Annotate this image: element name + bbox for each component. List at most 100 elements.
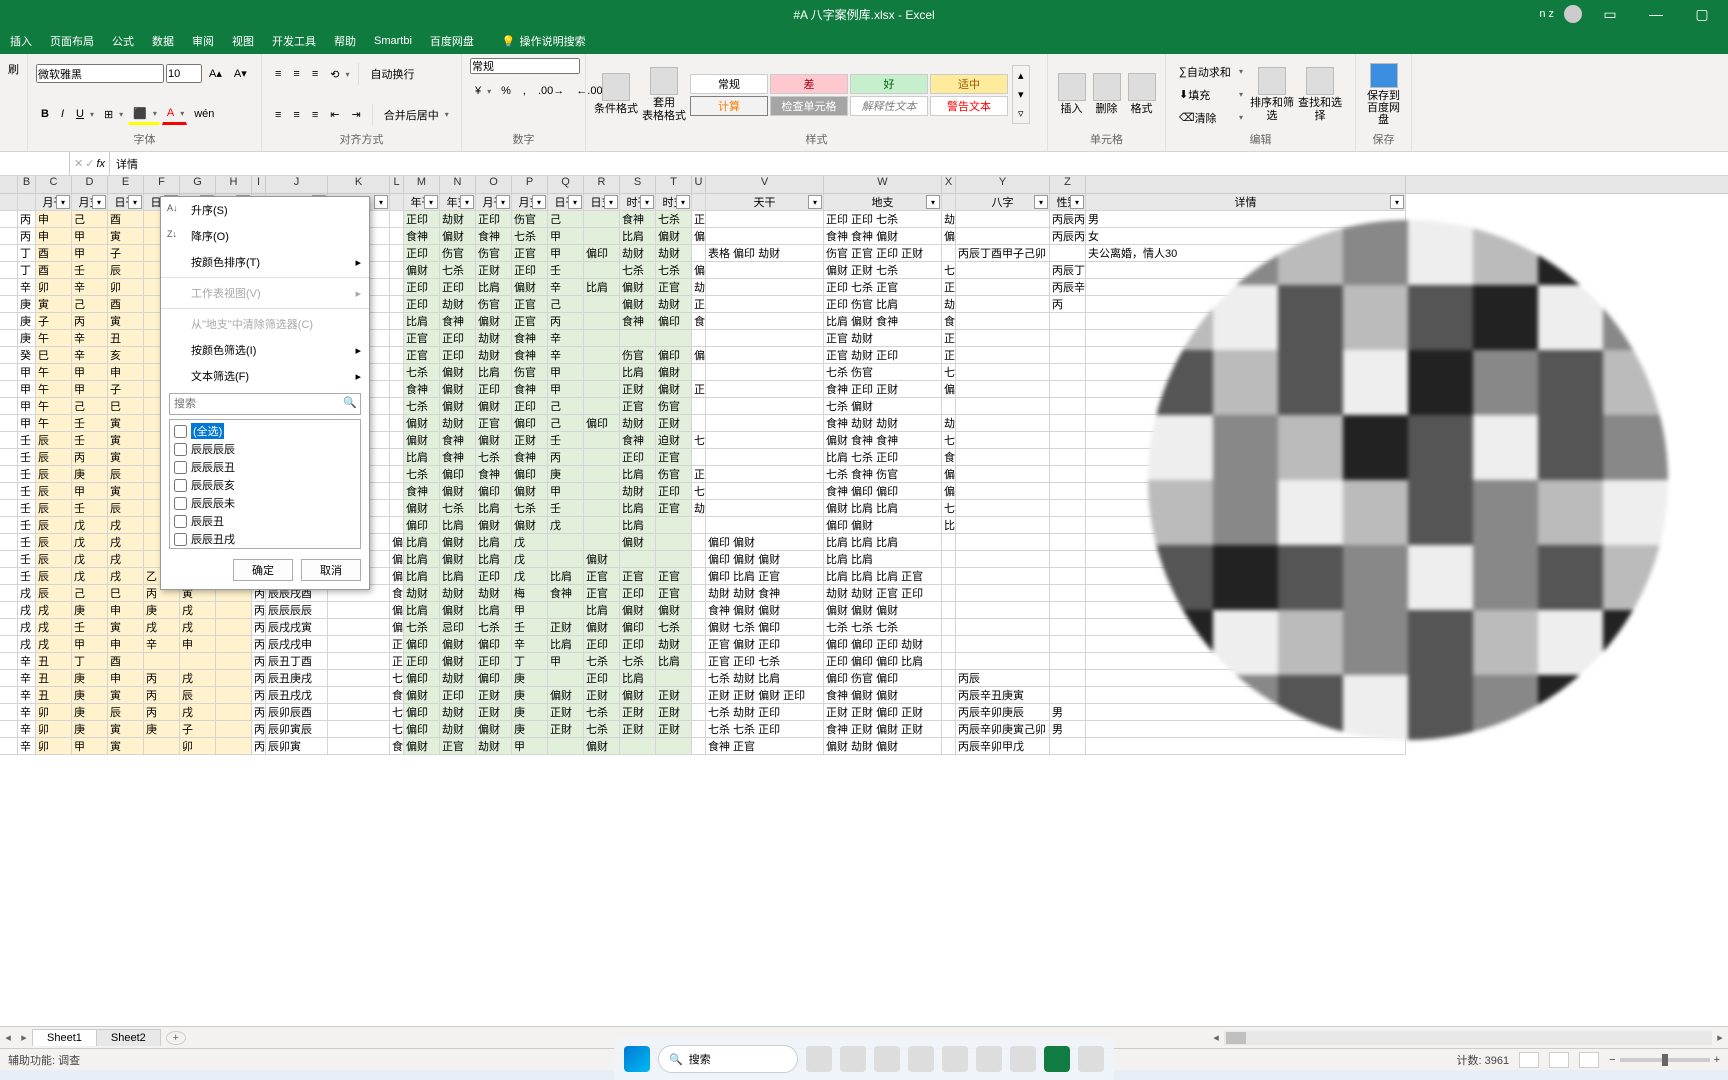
header-cell[interactable]: 详情▾ bbox=[1086, 194, 1406, 211]
data-cell[interactable]: 正印 伤官 比肩 bbox=[824, 296, 942, 313]
data-cell[interactable]: 正官 bbox=[620, 568, 656, 585]
data-cell[interactable]: 劫财 bbox=[440, 211, 476, 228]
data-cell[interactable]: 偏财 bbox=[440, 398, 476, 415]
filter-button[interactable]: ▾ bbox=[1034, 195, 1048, 209]
data-cell[interactable]: 劫财 bbox=[440, 415, 476, 432]
data-cell[interactable]: 甲 bbox=[512, 602, 548, 619]
data-cell[interactable]: 戊 bbox=[72, 551, 108, 568]
data-cell[interactable]: 庚 bbox=[144, 721, 180, 738]
data-cell[interactable] bbox=[656, 551, 692, 568]
data-cell[interactable] bbox=[584, 534, 620, 551]
data-cell[interactable]: 正印 正印 七杀 bbox=[824, 211, 942, 228]
data-cell[interactable]: 丙辛庚壬 bbox=[252, 704, 266, 721]
data-cell[interactable] bbox=[216, 653, 252, 670]
data-cell[interactable]: 甲 bbox=[72, 636, 108, 653]
data-cell[interactable]: 甲 bbox=[72, 245, 108, 262]
data-cell[interactable] bbox=[1050, 432, 1086, 449]
data-cell[interactable]: 食神 bbox=[692, 313, 706, 330]
data-cell[interactable]: 丙 bbox=[18, 228, 36, 245]
data-cell[interactable]: 偏财 bbox=[440, 534, 476, 551]
data-cell[interactable]: 正财 bbox=[692, 296, 706, 313]
data-cell[interactable]: 寅 bbox=[108, 687, 144, 704]
header-cell[interactable] bbox=[18, 194, 36, 211]
data-cell[interactable]: 壬 bbox=[18, 466, 36, 483]
column-header[interactable]: R bbox=[584, 176, 620, 193]
taskbar-app-icon[interactable] bbox=[1078, 1046, 1104, 1072]
data-cell[interactable]: 正官 bbox=[584, 568, 620, 585]
data-cell[interactable] bbox=[390, 330, 404, 347]
data-cell[interactable] bbox=[328, 636, 390, 653]
data-cell[interactable]: 比肩 bbox=[404, 449, 440, 466]
italic-button[interactable]: I bbox=[56, 104, 69, 125]
header-cell[interactable]: 八字▾ bbox=[956, 194, 1050, 211]
data-cell[interactable]: 壬 bbox=[18, 568, 36, 585]
data-cell[interactable] bbox=[0, 687, 18, 704]
taskbar-app-icon[interactable] bbox=[942, 1046, 968, 1072]
data-cell[interactable]: 比肩 bbox=[476, 279, 512, 296]
data-cell[interactable] bbox=[706, 330, 824, 347]
data-cell[interactable]: 辛 bbox=[512, 636, 548, 653]
data-cell[interactable]: 偏财 bbox=[404, 500, 440, 517]
data-cell[interactable]: 申 bbox=[36, 228, 72, 245]
data-cell[interactable]: 比肩 bbox=[404, 534, 440, 551]
data-cell[interactable] bbox=[548, 670, 584, 687]
data-cell[interactable]: 食神 bbox=[390, 687, 404, 704]
data-cell[interactable]: 辰 bbox=[180, 687, 216, 704]
data-cell[interactable] bbox=[216, 738, 252, 755]
filter-check-item[interactable]: (全选) bbox=[172, 422, 358, 440]
data-cell[interactable] bbox=[390, 245, 404, 262]
data-cell[interactable]: 正印 bbox=[620, 449, 656, 466]
data-cell[interactable] bbox=[1050, 466, 1086, 483]
data-cell[interactable]: 辛 bbox=[18, 687, 36, 704]
data-cell[interactable] bbox=[692, 721, 706, 738]
data-cell[interactable] bbox=[706, 398, 824, 415]
data-cell[interactable]: 正印 bbox=[620, 585, 656, 602]
sort-descending-item[interactable]: 降序(O) bbox=[161, 223, 369, 249]
data-cell[interactable]: 正印 bbox=[404, 279, 440, 296]
data-cell[interactable] bbox=[390, 483, 404, 500]
data-cell[interactable] bbox=[390, 228, 404, 245]
data-cell[interactable]: 劫财 bbox=[440, 704, 476, 721]
data-cell[interactable]: 偏财 bbox=[620, 687, 656, 704]
data-cell[interactable]: 比肩 bbox=[404, 551, 440, 568]
data-cell[interactable]: 偏财 bbox=[476, 721, 512, 738]
data-cell[interactable] bbox=[706, 296, 824, 313]
data-cell[interactable]: 七杀 bbox=[390, 704, 404, 721]
gallery-up-icon[interactable]: ▴ bbox=[1013, 66, 1029, 85]
data-cell[interactable]: 丙 bbox=[144, 704, 180, 721]
data-cell[interactable]: 偏财 bbox=[440, 483, 476, 500]
filter-checklist[interactable]: (全选)辰辰辰辰辰辰辰丑辰辰辰亥辰辰辰未辰辰丑辰辰丑戌辰辰亥辰 bbox=[169, 419, 361, 549]
filter-button[interactable]: ▾ bbox=[604, 195, 618, 209]
data-cell[interactable] bbox=[0, 551, 18, 568]
fx-icon[interactable]: fx bbox=[96, 158, 105, 170]
data-cell[interactable]: 食神 bbox=[512, 347, 548, 364]
data-cell[interactable]: 偏财 bbox=[620, 534, 656, 551]
data-cell[interactable]: 偏财 七杀 偏印 bbox=[706, 619, 824, 636]
data-cell[interactable]: 己 bbox=[72, 211, 108, 228]
data-cell[interactable]: 正官 bbox=[404, 330, 440, 347]
filter-check-item[interactable]: 辰辰辰辰 bbox=[172, 440, 358, 458]
data-cell[interactable]: 七杀 bbox=[512, 228, 548, 245]
data-cell[interactable] bbox=[548, 738, 584, 755]
data-cell[interactable] bbox=[956, 262, 1050, 279]
filter-checkbox[interactable] bbox=[174, 479, 187, 492]
data-cell[interactable] bbox=[0, 466, 18, 483]
filter-checkbox[interactable] bbox=[174, 425, 187, 438]
data-cell[interactable] bbox=[956, 500, 1050, 517]
data-cell[interactable]: 偏财 bbox=[620, 296, 656, 313]
data-cell[interactable]: 偏印 偏印 正印 劫财 bbox=[824, 636, 942, 653]
data-cell[interactable]: 辛 bbox=[18, 670, 36, 687]
data-cell[interactable]: 正财 bbox=[620, 721, 656, 738]
data-cell[interactable] bbox=[706, 466, 824, 483]
data-cell[interactable]: 食神 正印 正财 bbox=[824, 381, 942, 398]
data-cell[interactable]: 寅 bbox=[108, 449, 144, 466]
data-cell[interactable]: 寅 bbox=[108, 415, 144, 432]
data-cell[interactable]: 正官 bbox=[512, 245, 548, 262]
data-cell[interactable] bbox=[548, 602, 584, 619]
data-cell[interactable]: 偏印 bbox=[390, 534, 404, 551]
data-cell[interactable]: 比肩 比肩 比肩 bbox=[942, 517, 956, 534]
data-cell[interactable]: 甲 bbox=[548, 245, 584, 262]
data-cell[interactable]: 正官 劫财 bbox=[824, 330, 942, 347]
data-cell[interactable]: 七杀 bbox=[656, 619, 692, 636]
data-cell[interactable]: 卯 bbox=[36, 279, 72, 296]
